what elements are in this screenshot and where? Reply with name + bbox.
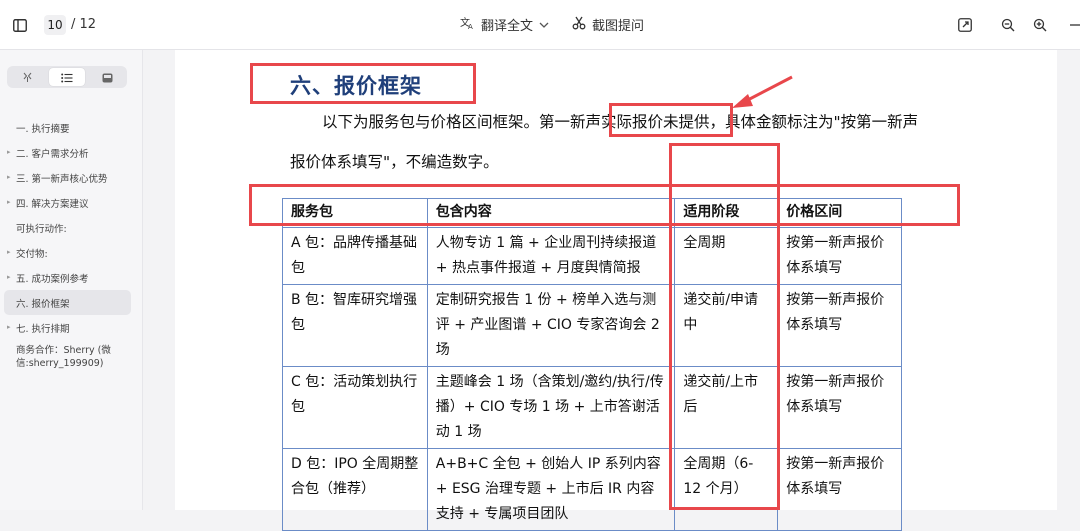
cell-content: 定制研究报告 1 份 + 榜单入选与测评 + 产业图谱 + CIO 专家咨询会 … — [426, 284, 676, 367]
cell-content: 主题峰会 1 场（含策划/邀约/执行/传播）+ CIO 专场 1 场 + 上市答… — [426, 366, 676, 449]
caret-right-icon: ▸ — [7, 323, 11, 331]
list-icon — [61, 68, 73, 87]
toc-item-schedule[interactable]: ▸ 七. 执行排期 — [0, 315, 143, 340]
toc-item-actions[interactable]: 可执行动作: — [0, 215, 143, 240]
annotation-box-header-row — [249, 184, 960, 226]
toc-item-solution[interactable]: ▸ 四. 解决方案建议 — [0, 190, 143, 215]
page-total: / 12 — [71, 17, 97, 32]
cell-price: 按第一新声报价体系填写 — [777, 448, 902, 531]
sidebar: 一. 执行摘要 ▸ 二. 客户需求分析 ▸ 三. 第一新声核心优势 ▸ 四. 解决方案… — [0, 50, 143, 510]
table-row: D 包：IPO 全周期整合包（推荐） A+B+C 全包 + 创始人 IP 系列内… — [282, 448, 902, 531]
zoom-in-icon[interactable] — [1032, 17, 1048, 33]
sidebar-toggle-icon[interactable] — [12, 17, 28, 33]
outline-list: 一. 执行摘要 ▸ 二. 客户需求分析 ▸ 三. 第一新声核心优势 ▸ 四. 解决方案… — [0, 115, 143, 372]
toc-item-summary[interactable]: 一. 执行摘要 — [0, 115, 143, 140]
annotation-box-text — [609, 103, 733, 137]
sidebar-view-switcher — [7, 66, 127, 88]
translate-button[interactable]: 文A 翻译全文 — [460, 15, 549, 34]
toc-item-pricing[interactable]: 六. 报价框架 — [4, 290, 131, 315]
caret-right-icon: ▸ — [7, 273, 11, 281]
annotation-arrow — [732, 75, 793, 108]
toc-item-deliverables[interactable]: ▸ 交付物: — [0, 240, 143, 265]
tab-outline[interactable] — [49, 68, 85, 86]
pricing-table: 服务包 包含内容 适用阶段 价格区间 A 包：品牌传播基础包 人物专访 1 篇 … — [282, 198, 902, 531]
scissors-icon — [572, 16, 586, 34]
caret-right-icon: ▸ — [7, 198, 11, 206]
caret-right-icon: ▸ — [7, 248, 11, 256]
caret-right-icon: ▸ — [7, 148, 11, 156]
paragraph-line-2: 报价体系填写"，不编造数字。 — [290, 153, 499, 171]
caret-right-icon: ▸ — [7, 173, 11, 181]
toolbar: 10 / 12 文A 翻译全文 截图提问 — [0, 0, 1080, 50]
cell-price: 按第一新声报价体系填写 — [777, 284, 902, 367]
scroll-gutter[interactable] — [1057, 50, 1080, 510]
cell-package: D 包：IPO 全周期整合包（推荐） — [282, 448, 428, 531]
tab-thumbnails[interactable] — [9, 68, 45, 86]
translate-icon: 文A — [460, 15, 475, 34]
toc-item-contact[interactable]: 商务合作：Sherry (微信:sherry_199909) — [0, 340, 143, 372]
toc-item-needs[interactable]: ▸ 二. 客户需求分析 — [0, 140, 143, 165]
screenshot-ask-button[interactable]: 截图提问 — [572, 15, 644, 34]
toc-item-cases[interactable]: ▸ 五. 成功案例参考 — [0, 265, 143, 290]
annotation-box-stage-column — [669, 143, 780, 510]
page-icon — [102, 68, 113, 87]
cell-content: A+B+C 全包 + 创始人 IP 系列内容 + ESG 治理专题 + 上市后 … — [426, 448, 676, 531]
screenshot-ask-label: 截图提问 — [592, 19, 645, 34]
more-icon[interactable] — [1066, 17, 1080, 33]
cell-content: 人物专访 1 篇 + 企业周刊持续报道 + 热点事件报道 + 月度舆情简报 — [426, 227, 676, 285]
tab-pages[interactable] — [89, 68, 125, 86]
table-row: B 包：智库研究增强包 定制研究报告 1 份 + 榜单入选与测评 + 产业图谱 … — [282, 284, 902, 367]
fullscreen-icon[interactable] — [957, 17, 973, 33]
toc-item-advantages[interactable]: ▸ 三. 第一新声核心优势 — [0, 165, 143, 190]
page-number-input[interactable]: 10 — [44, 15, 66, 35]
cell-package: C 包：活动策划执行包 — [282, 366, 428, 449]
svg-text:A: A — [468, 23, 473, 30]
zoom-out-icon[interactable] — [1000, 17, 1016, 33]
cell-price: 按第一新声报价体系填写 — [777, 227, 902, 285]
translate-label: 翻译全文 — [481, 19, 534, 34]
annotation-box-heading — [250, 63, 476, 104]
cell-package: A 包：品牌传播基础包 — [282, 227, 428, 285]
chevron-down-icon — [539, 17, 549, 32]
table-row: A 包：品牌传播基础包 人物专访 1 篇 + 企业周刊持续报道 + 热点事件报道… — [282, 227, 902, 285]
collapse-icon — [22, 68, 33, 87]
cell-package: B 包：智库研究增强包 — [282, 284, 428, 367]
cell-price: 按第一新声报价体系填写 — [777, 366, 902, 449]
table-row: C 包：活动策划执行包 主题峰会 1 场（含策划/邀约/执行/传播）+ CIO … — [282, 366, 902, 449]
